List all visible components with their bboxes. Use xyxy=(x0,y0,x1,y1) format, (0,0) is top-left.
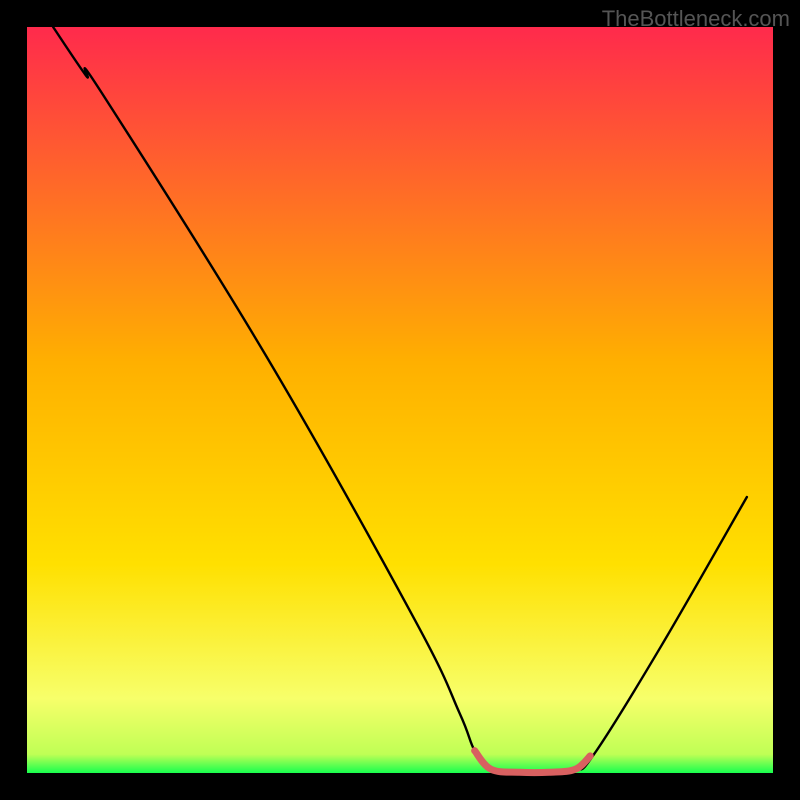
bottleneck-chart xyxy=(0,0,800,800)
chart-frame: TheBottleneck.com xyxy=(0,0,800,800)
watermark-text: TheBottleneck.com xyxy=(602,6,790,32)
plot-background xyxy=(27,27,773,773)
